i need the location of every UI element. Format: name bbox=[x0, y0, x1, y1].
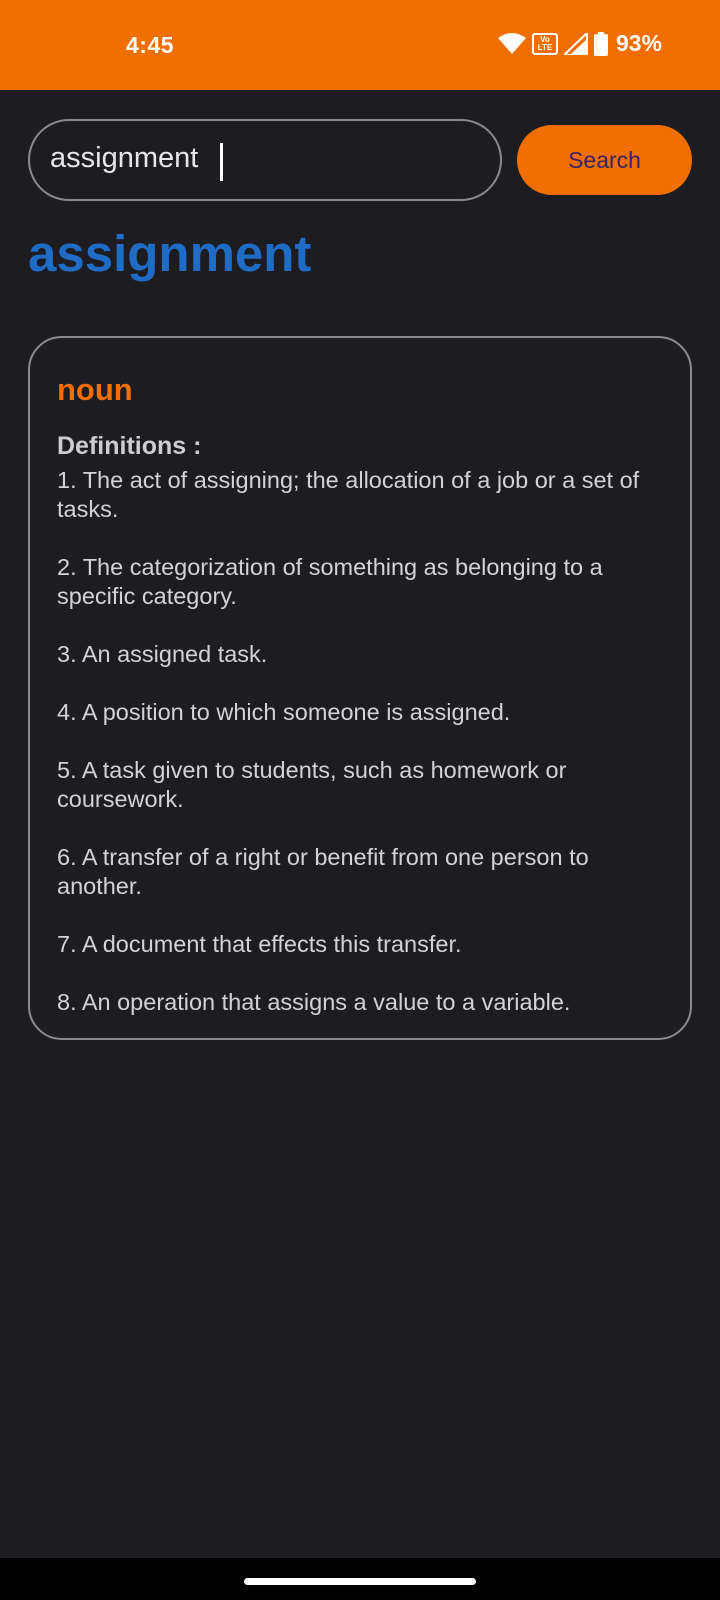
search-input[interactable] bbox=[50, 142, 450, 175]
part-of-speech: noun bbox=[57, 372, 133, 407]
meaning-card: noun Definitions : 1. The act of assigni… bbox=[28, 336, 692, 1040]
definition-item: 6. A transfer of a right or benefit from… bbox=[57, 844, 589, 899]
home-indicator[interactable] bbox=[244, 1578, 476, 1585]
search-field[interactable] bbox=[28, 119, 502, 201]
definition-item: 7. A document that effects this transfer… bbox=[57, 931, 462, 957]
status-bar: 4:45 Vo LTE 93% bbox=[0, 0, 720, 90]
battery-percentage: 93% bbox=[615, 30, 662, 56]
definitions-list: 1. The act of assigning; the allocation … bbox=[57, 466, 657, 1046]
definition-item: 8. An operation that assigns a value to … bbox=[57, 989, 571, 1015]
text-cursor bbox=[220, 143, 223, 181]
battery-icon bbox=[593, 31, 608, 56]
wifi-icon bbox=[497, 32, 526, 54]
status-time: 4:45 bbox=[126, 32, 175, 58]
definition-item: 1. The act of assigning; the allocation … bbox=[57, 467, 640, 522]
definition-item: 2. The categorization of something as be… bbox=[57, 554, 603, 609]
definition-item: 4. A position to which someone is assign… bbox=[57, 699, 511, 725]
definition-item: 5. A task given to students, such as hom… bbox=[57, 757, 567, 812]
search-button[interactable]: Search bbox=[517, 125, 692, 195]
volte-icon: Vo LTE bbox=[531, 32, 558, 55]
status-icons: Vo LTE 93% bbox=[497, 30, 662, 57]
word-title: assignment bbox=[28, 225, 312, 282]
signal-icon bbox=[563, 32, 588, 55]
definition-item: 3. An assigned task. bbox=[57, 641, 268, 667]
definitions-heading: Definitions : bbox=[57, 432, 202, 460]
